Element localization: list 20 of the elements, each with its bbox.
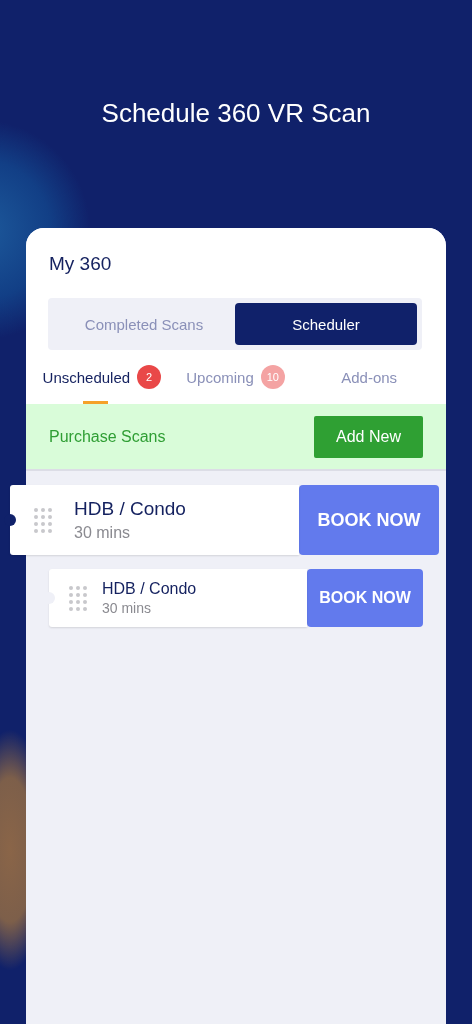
count-badge: 2	[137, 365, 162, 389]
segment-tab[interactable]: Completed Scans	[53, 303, 235, 345]
add-new-button[interactable]: Add New	[314, 415, 423, 458]
scan-name: HDB / Condo	[74, 497, 186, 521]
drag-handle-icon[interactable]	[69, 585, 87, 611]
scan-duration: 30 mins	[74, 523, 132, 543]
tab[interactable]: Add-ons	[341, 368, 398, 386]
book-now-button[interactable]: BOOK NOW	[299, 485, 439, 555]
scan-duration: 30 mins	[102, 599, 153, 618]
book-now-button[interactable]: BOOK NOW	[307, 569, 423, 627]
scan-name: HDB / Condo	[102, 579, 197, 599]
tab[interactable]: Upcoming	[186, 368, 254, 386]
card-title: My 360	[49, 252, 113, 276]
tab[interactable]: Unscheduled	[42, 368, 131, 386]
tab-underline	[83, 401, 108, 404]
segment-tab[interactable]: Scheduler	[235, 303, 417, 345]
purchase-label: Purchase Scans	[49, 427, 166, 446]
drag-handle-icon[interactable]	[34, 507, 52, 533]
screen-title: Schedule 360 VR Scan	[100, 97, 372, 130]
count-badge: 10	[260, 365, 285, 389]
